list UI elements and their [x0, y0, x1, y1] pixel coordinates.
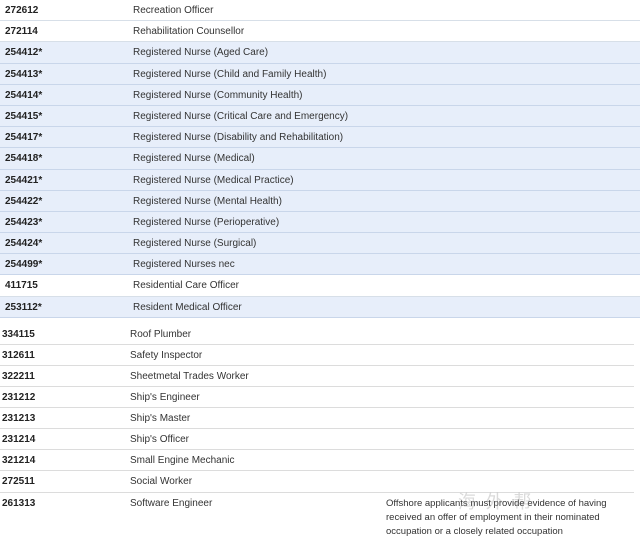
table-row: 321214 Small Engine Mechanic — [0, 450, 634, 472]
occupation-code: 254423* — [5, 216, 43, 228]
occupation-name: Ship's Master — [130, 413, 191, 425]
table-row: 254423* Registered Nurse (Perioperative) — [0, 211, 640, 234]
occupation-code: 231214 — [2, 434, 36, 446]
table-row: 254421* Registered Nurse (Medical Practic… — [0, 169, 640, 191]
occupation-code: 253112* — [5, 301, 42, 313]
occupation-code: 231213 — [2, 413, 36, 425]
occupation-code: 272114 — [5, 26, 38, 38]
occupation-name: Registered Nurse (Medical Practice) — [133, 174, 294, 186]
occupation-name: Registered Nurses nec — [133, 259, 235, 271]
upper-section: 272612 Recreation Officer 272114 Rehabilita… — [0, 0, 640, 318]
occupation-name: Registered Nurse (Child and Family Healt… — [133, 68, 327, 80]
table-row: 254412* Registered Nurse (Aged Care) — [0, 42, 640, 64]
occupation-name: Registered Nurse (Surgical) — [133, 238, 257, 250]
occupation-code: 261313 — [2, 497, 36, 509]
table-row: 334115 Roof Plumber — [0, 324, 634, 345]
occupation-code: 272612 — [5, 5, 39, 16]
occupation-code: 254418* — [5, 153, 43, 165]
table-row: 312611 Safety Inspector — [0, 345, 634, 366]
occupation-name: Small Engine Mechanic — [130, 455, 235, 467]
table-row: 231213 Ship's Master — [0, 408, 634, 430]
occupation-name: Sheetmetal Trades Worker — [130, 371, 249, 382]
table-row: 254418* Registered Nurse (Medical) — [0, 148, 640, 170]
table-row: 272114 Rehabilitation Counsellor — [0, 21, 640, 43]
occupation-code: 254413* — [5, 68, 43, 80]
occupation-code: 334115 — [2, 328, 35, 340]
occupation-name: Registered Nurse (Critical Care and Emer… — [133, 110, 349, 122]
occupation-code: 312611 — [2, 349, 35, 361]
occupation-name: Ship's Engineer — [130, 392, 200, 404]
occupation-code: 231212 — [2, 392, 36, 404]
occupation-name: Recreation Officer — [133, 5, 214, 16]
table-row: 254415* Registered Nurse (Critical Care a… — [0, 105, 640, 128]
occupation-code: 321214 — [2, 455, 36, 467]
table-row: 272511 Social Worker — [0, 471, 634, 493]
table-row: 322211 Sheetmetal Trades Worker — [0, 366, 634, 388]
occupation-name: Registered Nurse (Perioperative) — [133, 216, 280, 228]
table-row: 231212 Ship's Engineer — [0, 387, 634, 409]
occupation-code: 254424* — [5, 238, 43, 250]
occupation-code: 254414* — [5, 89, 43, 101]
occupation-code: 254422* — [5, 195, 43, 207]
occupation-name: Registered Nurse (Medical) — [133, 153, 255, 165]
occupation-name: Social Worker — [130, 476, 193, 488]
occupation-name: Residential Care Officer — [133, 280, 239, 292]
table-row: 253112* Resident Medical Officer — [0, 296, 640, 318]
occupation-code: 254499* — [5, 259, 43, 271]
occupation-name: Rehabilitation Counsellor — [133, 26, 245, 38]
occupation-code: 254412* — [5, 47, 43, 59]
table-row: 272612 Recreation Officer — [0, 0, 640, 22]
table-row: 411715 Residential Care Officer — [0, 275, 640, 297]
occupation-name: Roof Plumber — [130, 328, 192, 340]
occupation-name: Software Engineer — [130, 497, 213, 509]
occupation-name: Registered Nurse (Disability and Rehabil… — [133, 132, 344, 144]
occupation-code: 254415* — [5, 110, 43, 122]
table-row: 254414* Registered Nurse (Community Healt… — [0, 84, 640, 106]
occupation-name: Ship's Officer — [130, 434, 189, 446]
occupation-name: Registered Nurse (Mental Health) — [133, 195, 282, 207]
table-row: 254413* Registered Nurse (Child and Famil… — [0, 63, 640, 85]
occupation-code: 272511 — [2, 476, 35, 488]
occupation-name: Safety Inspector — [130, 349, 203, 361]
occupation-table: 272612 Recreation Officer 272114 Rehabilita… — [0, 0, 640, 537]
table-row: 231214 Ship's Officer — [0, 429, 634, 451]
occupation-name: Resident Medical Officer — [133, 301, 242, 313]
table-row: 254417* Registered Nurse (Disability and … — [0, 127, 640, 149]
table-row: 254424* Registered Nurse (Surgical) — [0, 233, 640, 255]
occupation-code: 254417* — [5, 132, 43, 144]
occupation-code: 411715 — [5, 280, 38, 292]
occupation-name: Registered Nurse (Community Health) — [133, 89, 303, 101]
lower-section: 334115 Roof Plumber 312611 Safety Inspector… — [0, 324, 640, 493]
table-row-software-engineer: 261313 Software Engineer Offshore applic… — [0, 493, 634, 537]
occupation-note: Offshore applicants must provide evidenc… — [386, 497, 607, 537]
occupation-code: 322211 — [2, 371, 35, 382]
table-row: 254422* Registered Nurse (Mental Health) — [0, 190, 640, 212]
occupation-code: 254421* — [5, 174, 43, 186]
table-row: 254499* Registered Nurses nec — [0, 254, 640, 276]
occupation-name: Registered Nurse (Aged Care) — [133, 47, 269, 59]
